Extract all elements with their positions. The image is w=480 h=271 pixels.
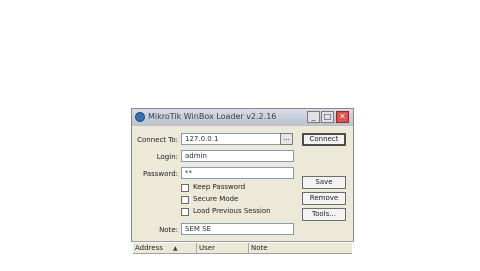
load-previous-session-label[interactable]: Load Previous Session [193,207,271,215]
sort-ascending-icon: ▲ [173,245,178,252]
title-bar[interactable]: MikroTik WinBox Loader v2.2.16 _ □ ✕ [132,109,353,126]
secure-mode-label[interactable]: Secure Mode [193,195,238,203]
connect-to-label: Connect To: [137,136,178,144]
note-label: Note: [159,226,178,234]
password-label: Password: [142,170,178,178]
login-label: Login: [156,153,178,161]
column-header-address[interactable]: Address ▲ [133,243,197,253]
saved-sessions-table[interactable]: Address ▲ User Note [131,241,354,271]
password-field[interactable]: ** [181,167,294,179]
column-header-note[interactable]: Note [249,243,352,253]
browse-neighbors-button[interactable]: ... [280,133,293,145]
connect-button[interactable]: Connect [302,133,346,146]
keep-password-checkbox[interactable] [181,184,189,192]
connect-to-field[interactable]: 127.0.0.1 [181,133,281,145]
tools-button[interactable]: Tools... [302,208,346,221]
note-field[interactable]: SEM SE [181,223,294,235]
column-header-user[interactable]: User [197,243,249,253]
minimize-button[interactable]: _ [307,111,320,123]
keep-password-label[interactable]: Keep Password [193,183,245,191]
maximize-button[interactable]: □ [321,111,334,123]
save-button[interactable]: Save [302,176,346,189]
secure-mode-checkbox[interactable] [181,196,189,204]
window-title: MikroTik WinBox Loader v2.2.16 [148,112,277,121]
remove-button[interactable]: Remove [302,192,346,205]
table-header: Address ▲ User Note [133,243,352,254]
close-button[interactable]: ✕ [336,111,349,123]
load-previous-session-checkbox[interactable] [181,208,189,216]
winbox-app-icon [135,112,145,122]
login-field[interactable]: admin [181,150,294,162]
